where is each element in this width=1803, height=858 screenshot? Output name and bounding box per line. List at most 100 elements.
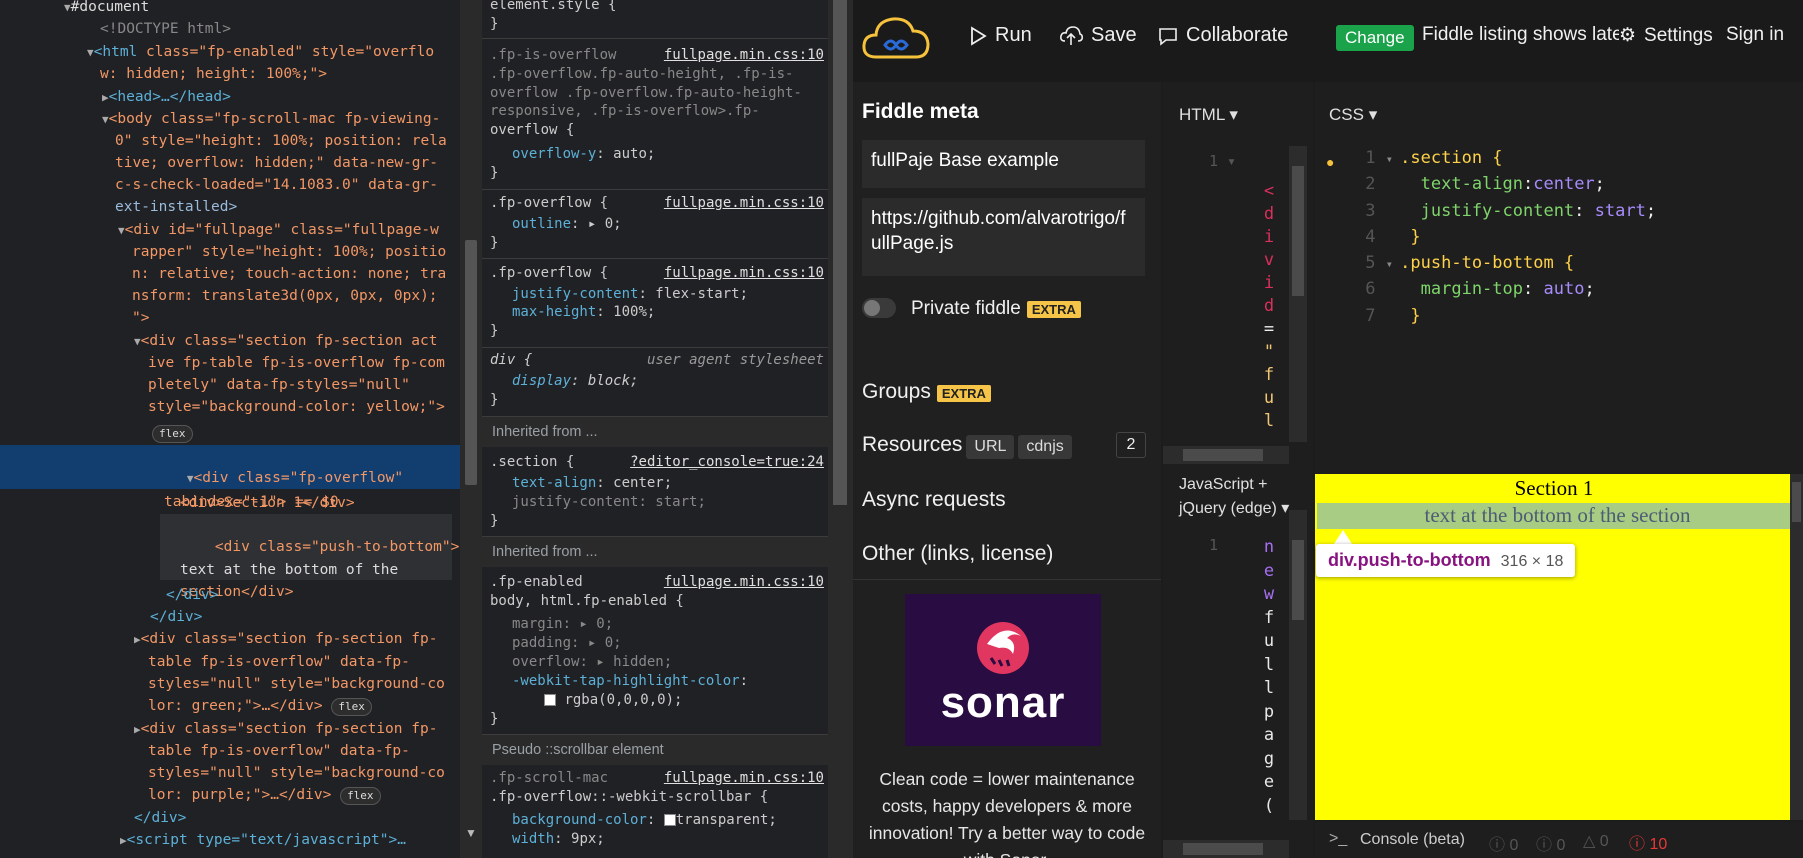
rule5-source-link[interactable]: ?editor_console=true:24 <box>630 453 824 472</box>
rule7-decl[interactable]: background-color: transparent; <box>512 811 826 830</box>
sign-in-link[interactable]: Sign in <box>1726 24 1784 46</box>
css-code-line[interactable]: 6 margin-top: auto; <box>1355 277 1656 303</box>
dom-node-section3-cont: styles="null" style="background-co <box>148 765 445 781</box>
console-info-count[interactable]: ⓘ 0 <box>1489 831 1518 855</box>
rule6-source-link[interactable]: fullpage.min.css:10 <box>664 573 824 592</box>
ad-text[interactable]: Clean code = lower maintenance costs, ha… <box>865 766 1149 858</box>
rule6-decl[interactable]: overflow: ▸ hidden; <box>512 653 826 672</box>
dom-node-doctype[interactable]: <!DOCTYPE html> <box>100 18 460 40</box>
rule-close: } <box>490 165 499 181</box>
rule6-selector: body, html.fp-enabled { <box>490 593 684 609</box>
dom-node-section1[interactable]: ▼<div class="section fp-section act <box>134 330 460 353</box>
rule6-decl[interactable]: margin: ▸ 0; <box>512 615 826 634</box>
html-editor[interactable]: HTML ▾ 1 ▾ < d i v i d = " f u l <box>1163 82 1313 477</box>
css-code-line[interactable]: 7 } <box>1355 304 1656 330</box>
rule5-decl-overridden[interactable]: justify-content: start; <box>512 493 826 512</box>
dom-node-document[interactable]: ▼#document <box>64 0 460 19</box>
js-editor[interactable]: JavaScript + jQuery (edge) ▾ 1 newfullpa… <box>1163 473 1313 858</box>
css-editor[interactable]: CSS ▾ ● 1 ▾ .section { 2 text-align:cent… <box>1315 82 1803 474</box>
dom-node-html[interactable]: ▼<html class="fp-enabled" style="overflo <box>87 41 460 64</box>
dom-node-section-title[interactable]: <div>Section 1</div> <box>180 492 460 514</box>
change-badge[interactable]: Change <box>1336 25 1414 51</box>
css-code-line[interactable]: 3 justify-content: start; <box>1355 199 1656 225</box>
collaborate-label: Collaborate <box>1186 24 1289 46</box>
code-char: l <box>1263 654 1275 675</box>
settings-button[interactable]: ⚙ Settings <box>1619 24 1713 47</box>
elements-scrollbar[interactable]: ▼ <box>460 0 482 858</box>
cdnjs-pill[interactable]: cdnjs <box>1018 435 1072 459</box>
html-hscrollbar[interactable] <box>1163 446 1289 464</box>
private-toggle[interactable] <box>862 298 896 318</box>
elements-panel: ▼#document <!DOCTYPE html> ▼<html class=… <box>0 0 460 858</box>
rule5-decl[interactable]: text-align: center; <box>512 474 826 493</box>
html-tab-label[interactable]: HTML ▾ <box>1179 105 1238 125</box>
styles-scroll-thumb[interactable] <box>833 0 847 505</box>
js-tab-label[interactable]: JavaScript + jQuery (edge) ▾ <box>1179 473 1307 521</box>
flex-badge[interactable]: flex <box>152 422 460 444</box>
dom-node-push-to-bottom[interactable]: <div class="push-to-bottom"> text at the … <box>160 514 459 600</box>
css-tab-label[interactable]: CSS ▾ <box>1329 105 1377 125</box>
html-vscrollbar[interactable] <box>1289 146 1307 442</box>
resources-item[interactable]: Resources URL cdnjs <box>862 433 1072 459</box>
rule1-decl[interactable]: overflow-y: auto; <box>512 145 826 164</box>
save-button[interactable]: Save <box>1059 24 1137 47</box>
css-code-line[interactable]: 2 text-align:center; <box>1355 172 1656 198</box>
dom-node-script[interactable]: ▶<script type="text/javascript">… <box>120 829 460 852</box>
rule2-source-link[interactable]: fullpage.min.css:10 <box>664 194 824 213</box>
sonar-ad-image[interactable]: sonar <box>905 594 1101 746</box>
rule6-decl[interactable]: padding: ▸ 0; <box>512 634 826 653</box>
css-code-line[interactable]: 1 ▾ .section { <box>1355 146 1656 172</box>
elements-scroll-thumb[interactable] <box>465 240 477 485</box>
async-requests-item[interactable]: Async requests <box>862 488 1006 512</box>
console-log-count[interactable]: △ 0 <box>1583 831 1609 851</box>
result-scrollbar[interactable] <box>1790 474 1803 820</box>
element-style-rule[interactable]: element.style { <box>490 0 826 15</box>
dom-node-section3[interactable]: ▶<div class="section fp-section fp- <box>134 718 460 741</box>
js-code[interactable]: n e w f u l l p a g e( <box>1261 536 1277 818</box>
collaborate-button[interactable]: Collaborate <box>1158 24 1288 47</box>
dom-node-fp-overflow-selected[interactable]: ▼<div class="fp-overflow" tabindex="-1"> … <box>0 445 460 510</box>
save-label: Save <box>1091 24 1137 46</box>
rule7-source-link[interactable]: fullpage.min.css:10 <box>664 769 824 788</box>
console-bar[interactable]: >_ Console (beta) ⓘ 0 ⓘ 0 △ 0 ⓘ 10 <box>1315 822 1803 858</box>
line-number: 1 <box>1209 536 1219 554</box>
html-code[interactable]: < d i v i d = " f u l <box>1261 180 1277 433</box>
rule3-source-link[interactable]: fullpage.min.css:10 <box>664 264 824 283</box>
run-button[interactable]: Run <box>969 24 1032 47</box>
console-error-count[interactable]: ⓘ 10 <box>1629 830 1667 854</box>
dom-node-body[interactable]: ▼<body class="fp-scroll-mac fp-viewing- <box>102 108 460 131</box>
result-section-title: Section 1 <box>1514 476 1594 500</box>
rule1-source-link[interactable]: fullpage.min.css:10 <box>664 46 824 65</box>
js-hscrollbar[interactable] <box>1163 840 1289 858</box>
scroll-down-arrow-icon[interactable]: ▼ <box>465 826 477 840</box>
fiddle-title-field[interactable]: fullPaje Base example <box>862 140 1145 188</box>
sonar-wordmark: sonar <box>940 678 1066 727</box>
rule2-decl[interactable]: outline: ▸ 0; <box>512 215 826 234</box>
styles-panel: element.style { } .fp-is-overflow fullpa… <box>482 0 828 858</box>
js-vscrollbar[interactable] <box>1289 510 1307 820</box>
code-char: i <box>1263 227 1275 247</box>
rule3-decl[interactable]: max-height: 100%; <box>512 303 826 322</box>
dom-node-section1-cont: style="background-color: yellow;"> <box>148 399 445 415</box>
css-code-line[interactable]: 5 ▾ .push-to-bottom { <box>1355 251 1656 277</box>
color-swatch-icon[interactable] <box>544 694 556 706</box>
dom-node-fullpage[interactable]: ▼<div id="fullpage" class="fullpage-w <box>118 219 460 242</box>
color-swatch-icon[interactable] <box>663 814 676 826</box>
fiddle-description-field[interactable]: https://github.com/alvarotrigo/fullPage.… <box>862 198 1145 276</box>
console-warn-count[interactable]: ⓘ 0 <box>1536 831 1565 855</box>
dom-node-section2[interactable]: ▶<div class="section fp-section fp- <box>134 628 460 651</box>
rule6-decl-value[interactable]: rgba(0,0,0,0); <box>544 691 826 710</box>
css-code-line[interactable]: 4 } <box>1355 225 1656 251</box>
jsfiddle-logo-icon[interactable] <box>861 13 931 63</box>
other-links-item[interactable]: Other (links, license) <box>862 542 1053 566</box>
url-pill[interactable]: URL <box>966 435 1015 459</box>
console-label[interactable]: Console (beta) <box>1360 831 1465 849</box>
styles-scrollbar[interactable] <box>828 0 853 858</box>
dom-node-head[interactable]: ▶<head>…</head> <box>102 86 460 109</box>
rule3-decl[interactable]: justify-content: flex-start; <box>512 285 826 304</box>
dom-node-close: </div> <box>150 609 203 625</box>
rule7-decl[interactable]: width: 9px; <box>512 830 826 849</box>
rule6-decl[interactable]: -webkit-tap-highlight-color: <box>512 672 826 691</box>
groups-item[interactable]: Groups EXTRA <box>862 380 991 404</box>
extra-badge: EXTRA <box>936 385 991 402</box>
